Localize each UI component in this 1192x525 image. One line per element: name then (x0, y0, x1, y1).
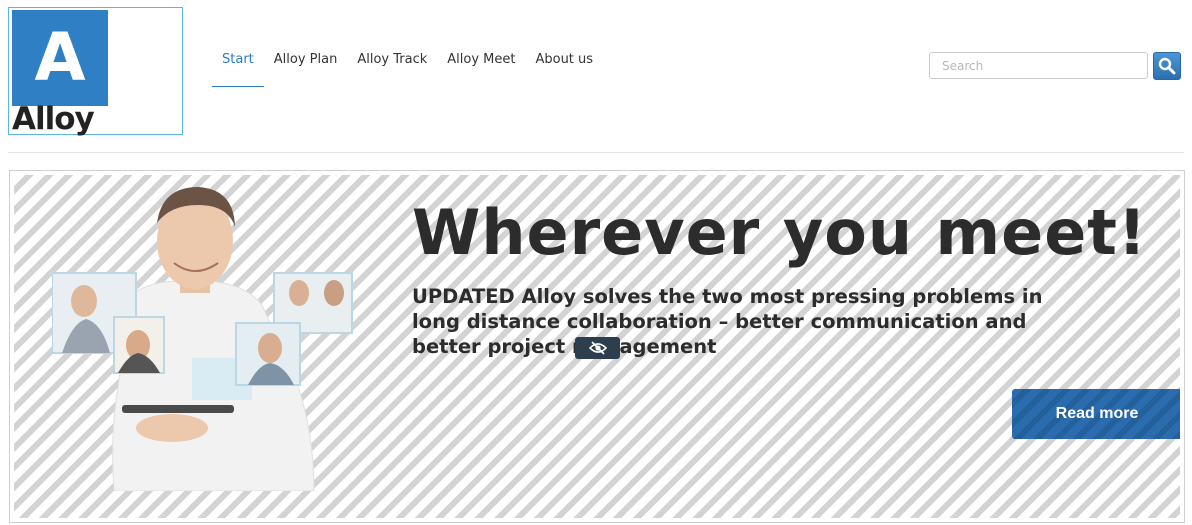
read-more-button[interactable]: Read more (1012, 389, 1180, 439)
hero-banner: Wherever you meet! UPDATED Alloy solves … (14, 175, 1180, 518)
logo-wordmark: Alloy (12, 101, 95, 137)
eye-off-icon (588, 341, 607, 355)
nav-item-start[interactable]: Start (212, 48, 264, 87)
nav-item-about-us[interactable]: About us (525, 48, 603, 87)
hero-title: Wherever you meet! (412, 196, 1148, 269)
header-divider (8, 152, 1184, 153)
search-button[interactable] (1153, 52, 1181, 80)
hero-image (52, 187, 353, 491)
search-icon (1158, 57, 1176, 75)
search-input[interactable] (929, 52, 1148, 79)
hero-block[interactable]: Wherever you meet! UPDATED Alloy solves … (9, 170, 1185, 523)
hero-text: UPDATED Alloy solves the two most pressi… (412, 285, 1043, 358)
nav-item-alloy-meet[interactable]: Alloy Meet (437, 48, 525, 87)
main-nav: Start Alloy Plan Alloy Track Alloy Meet … (212, 48, 603, 87)
alloy-logo[interactable]: A Alloy (8, 7, 183, 135)
nav-item-alloy-plan[interactable]: Alloy Plan (264, 48, 348, 87)
visibility-toggle[interactable] (575, 337, 620, 359)
logo-letter: A (12, 10, 108, 106)
nav-item-alloy-track[interactable]: Alloy Track (347, 48, 437, 87)
